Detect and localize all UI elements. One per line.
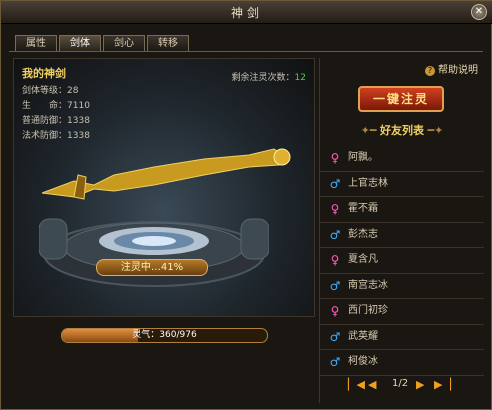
friend-item[interactable]: ♂ 南宫志冰 <box>320 274 484 299</box>
friend-item[interactable]: ♂ 武英耀 <box>320 325 484 350</box>
help-link[interactable]: ? 帮助说明 <box>425 61 478 76</box>
remaining-label: 剩余注灵次数： <box>231 73 295 83</box>
stat-label: 生 命： <box>22 101 68 111</box>
friend-item[interactable]: ♂ 上官志林 <box>320 172 484 197</box>
help-label: 帮助说明 <box>438 65 478 76</box>
friend-item[interactable]: ♀ 西门初珍 <box>320 299 484 325</box>
divine-sword-icon <box>41 148 291 200</box>
stat-label: 法术防御： <box>22 131 68 141</box>
help-icon: ? <box>425 66 435 76</box>
tab-sword-body[interactable]: 剑体 <box>59 35 101 51</box>
one-key-infuse-button[interactable]: 一键注灵 <box>358 86 444 112</box>
stat-value: 1338 <box>67 116 90 126</box>
female-icon: ♀ <box>330 151 340 165</box>
male-icon: ♂ <box>329 278 341 293</box>
last-page-icon[interactable]: ▶▕ <box>434 378 451 391</box>
tab-transfer[interactable]: 转移 <box>147 35 189 51</box>
male-icon: ♂ <box>329 227 341 242</box>
friend-name: 阿飘。 <box>348 152 378 163</box>
title-bar[interactable]: 神剑 ✕ <box>1 1 492 24</box>
tab-attributes[interactable]: 属性 <box>15 35 57 51</box>
friend-name: 彭杰志 <box>348 228 378 240</box>
stat-magic-def: 法术防御：1338 <box>22 128 90 141</box>
friend-name: 上官志林 <box>348 177 388 189</box>
friend-name: 柯俊冰 <box>348 356 378 367</box>
prev-page-icon[interactable]: ◀ <box>368 378 376 391</box>
stat-value: 7110 <box>67 101 90 111</box>
spirit-energy-bar: 灵气：360/976 <box>61 328 268 343</box>
stat-phys-def: 普通防御：1338 <box>22 113 90 126</box>
close-icon[interactable]: ✕ <box>471 4 487 20</box>
friend-name: 武英耀 <box>348 330 378 342</box>
friends-title: ✦━ 好友列表 ━✦ <box>360 124 444 137</box>
friend-name: 夏含凡 <box>348 254 378 265</box>
male-icon: ♂ <box>329 355 341 369</box>
page-indicator: 1/2 <box>392 378 409 389</box>
spirit-energy-text: 灵气：360/976 <box>132 330 197 340</box>
stat-label: 普通防御： <box>22 116 68 126</box>
female-icon: ♀ <box>330 304 340 318</box>
male-icon: ♂ <box>329 329 341 344</box>
friend-name: 南宫志冰 <box>348 279 388 291</box>
friends-panel: ? 帮助说明 一键注灵 ✦━ 好友列表 ━✦ ♀ 阿飘。 ♂ 上官志林 ♀ 霍不霜 ♂ 彭杰志 ♀… <box>319 58 484 403</box>
remaining-infusions: 剩余注灵次数：12 <box>232 70 306 83</box>
pager: ▏◀ ◀ 1/2 ▶ ▶▕ <box>348 378 458 394</box>
sword-name: 我的神剑 <box>22 67 66 80</box>
first-page-icon[interactable]: ▏◀ <box>348 378 365 391</box>
remaining-value: 12 <box>294 73 306 83</box>
friend-item[interactable]: ♀ 夏含凡 <box>320 248 484 274</box>
next-page-icon[interactable]: ▶ <box>416 378 424 391</box>
stat-value: 1338 <box>67 131 90 141</box>
friend-item[interactable]: ♂ 柯俊冰 <box>320 350 484 376</box>
female-icon: ♀ <box>330 202 340 216</box>
stat-level: 剑体等级：28 <box>22 83 78 96</box>
stat-hp: 生 命：7110 <box>22 98 90 111</box>
stat-value: 28 <box>67 86 79 96</box>
male-icon: ♂ <box>329 176 341 191</box>
sword-panel: 我的神剑 剩余注灵次数：12 剑体等级：28 生 命：7110 普通防御：133… <box>13 58 315 317</box>
friend-item[interactable]: ♀ 霍不霜 <box>320 197 484 223</box>
infusion-progress: 注灵中…41% <box>96 259 208 276</box>
friend-name: 西门初珍 <box>348 305 388 316</box>
tab-sword-heart[interactable]: 剑心 <box>103 35 145 51</box>
friend-name: 霍不霜 <box>348 203 378 214</box>
friend-item[interactable]: ♀ 阿飘。 <box>320 146 484 172</box>
friend-item[interactable]: ♂ 彭杰志 <box>320 223 484 248</box>
female-icon: ♀ <box>330 253 340 267</box>
friend-list: ♀ 阿飘。 ♂ 上官志林 ♀ 霍不霜 ♂ 彭杰志 ♀ 夏含凡 ♂ 南宫志冰 ♀ 西门初珍 ♂ 武英耀 ♂ 柯俊冰 <box>320 146 484 376</box>
stat-label: 剑体等级： <box>22 86 68 96</box>
window: 神剑 ✕ 属性 剑体 剑心 转移 我的神剑 剩余注灵次数：12 剑体等级：28 … <box>0 0 492 410</box>
window-title: 神剑 <box>230 6 263 20</box>
friends-title-text: 好友列表 <box>380 124 424 137</box>
tab-divider <box>9 51 483 52</box>
